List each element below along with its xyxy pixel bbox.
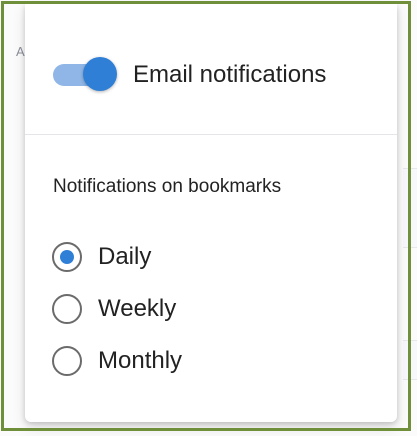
radio-label-weekly: Weekly [98, 295, 177, 322]
toggle-knob [83, 57, 117, 91]
radio-dot [60, 250, 74, 264]
radio-checked-icon[interactable] [52, 242, 82, 272]
bookmarks-notifications-title: Notifications on bookmarks [53, 176, 282, 197]
background-list-row [403, 168, 417, 248]
background-partial-text: A [16, 44, 25, 59]
email-notifications-section: Email notifications [25, 4, 397, 135]
radio-unchecked-icon[interactable] [52, 294, 82, 324]
background-list-row [403, 340, 417, 380]
email-notifications-toggle[interactable] [53, 57, 117, 91]
email-notifications-label: Email notifications [133, 61, 327, 88]
radio-label-daily: Daily [98, 243, 152, 270]
notifications-popover: Email notifications Notifications on boo… [25, 4, 397, 422]
radio-option-monthly[interactable]: Monthly [52, 341, 182, 381]
radio-option-weekly[interactable]: Weekly [52, 289, 176, 329]
radio-unchecked-icon[interactable] [52, 346, 82, 376]
radio-label-monthly: Monthly [98, 347, 183, 374]
radio-option-daily[interactable]: Daily [52, 237, 151, 277]
